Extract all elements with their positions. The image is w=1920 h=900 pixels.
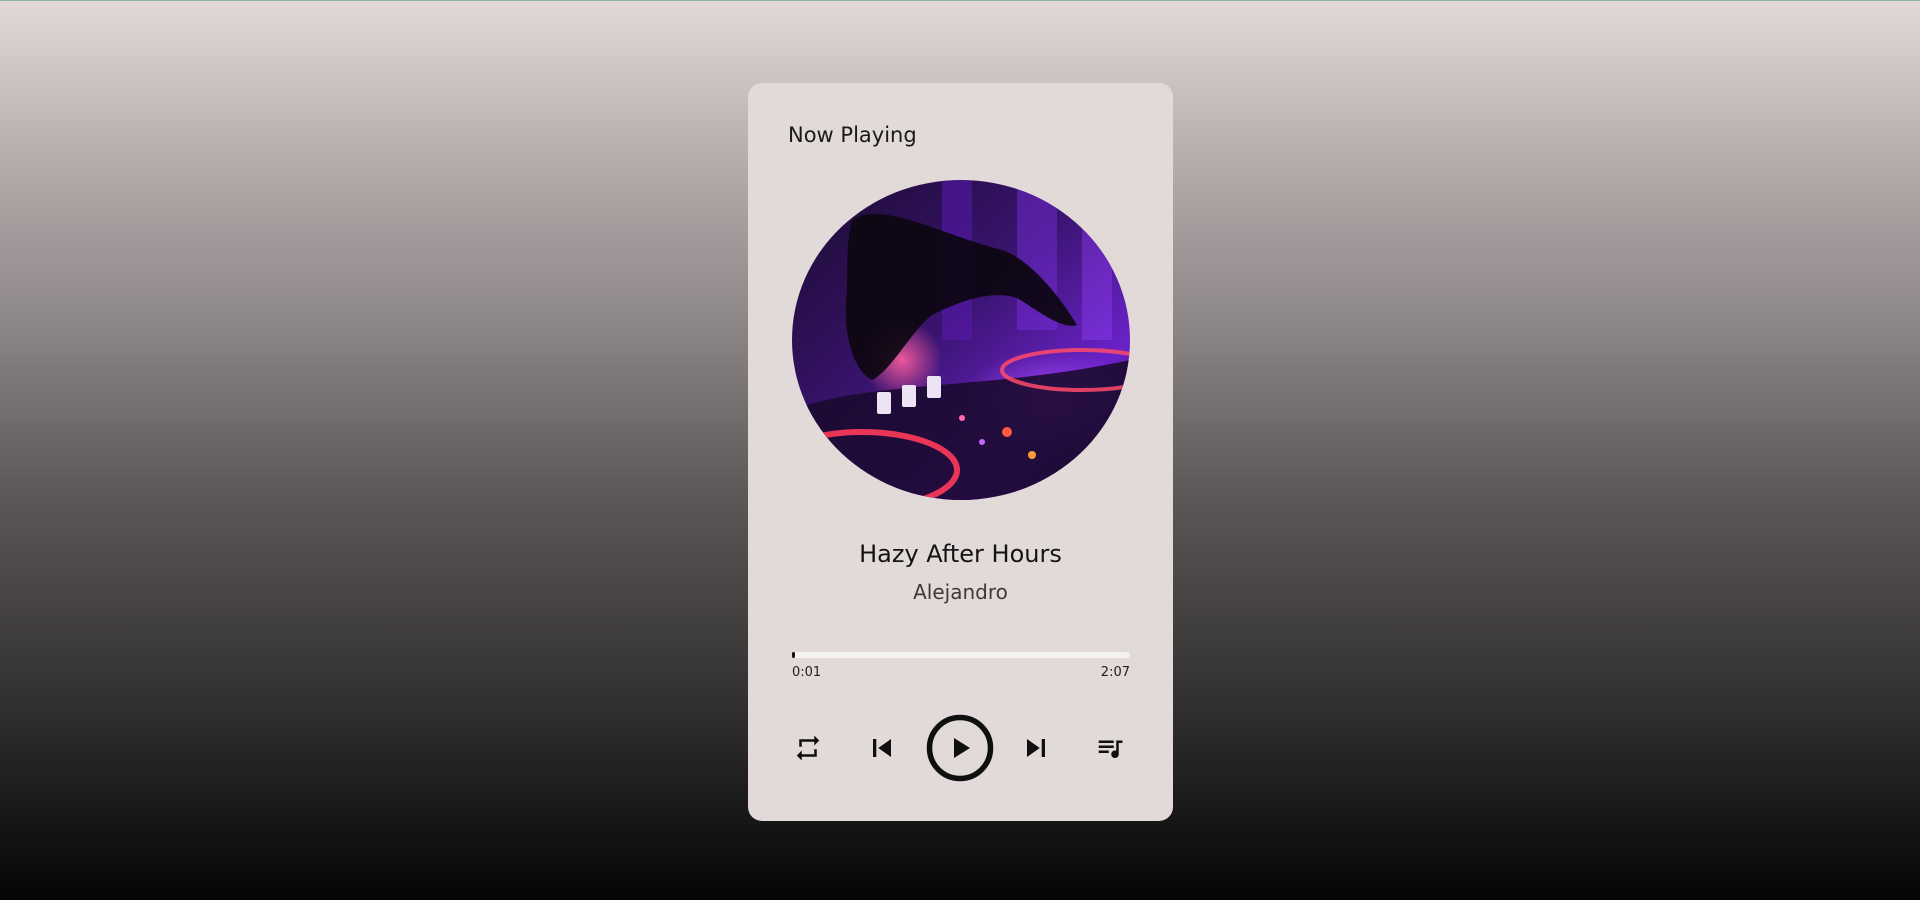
playlist-button[interactable] [1094,732,1126,764]
next-button[interactable] [1018,730,1054,766]
play-button[interactable] [926,714,994,782]
repeat-icon [796,735,820,761]
album-cover [792,180,1130,500]
current-time: 0:01 [792,665,822,680]
music-player-card: Now Playing Hazy After Hours Alejandro 0… [748,83,1173,821]
skip-previous-icon [873,739,891,757]
skip-next-icon [1027,739,1045,757]
play-circle-icon [926,714,994,782]
queue-music-icon [1098,740,1123,758]
previous-button[interactable] [864,730,900,766]
artist-name: Alejandro [913,580,1008,604]
window-top-border [0,0,1920,1]
repeat-button[interactable] [792,732,824,764]
now-playing-label: Now Playing [788,123,917,147]
progress-bar[interactable] [792,652,1130,658]
song-title: Hazy After Hours [859,540,1062,568]
progress-bar-fill [792,652,795,658]
playback-controls [792,709,1130,785]
total-time: 2:07 [1100,665,1130,680]
